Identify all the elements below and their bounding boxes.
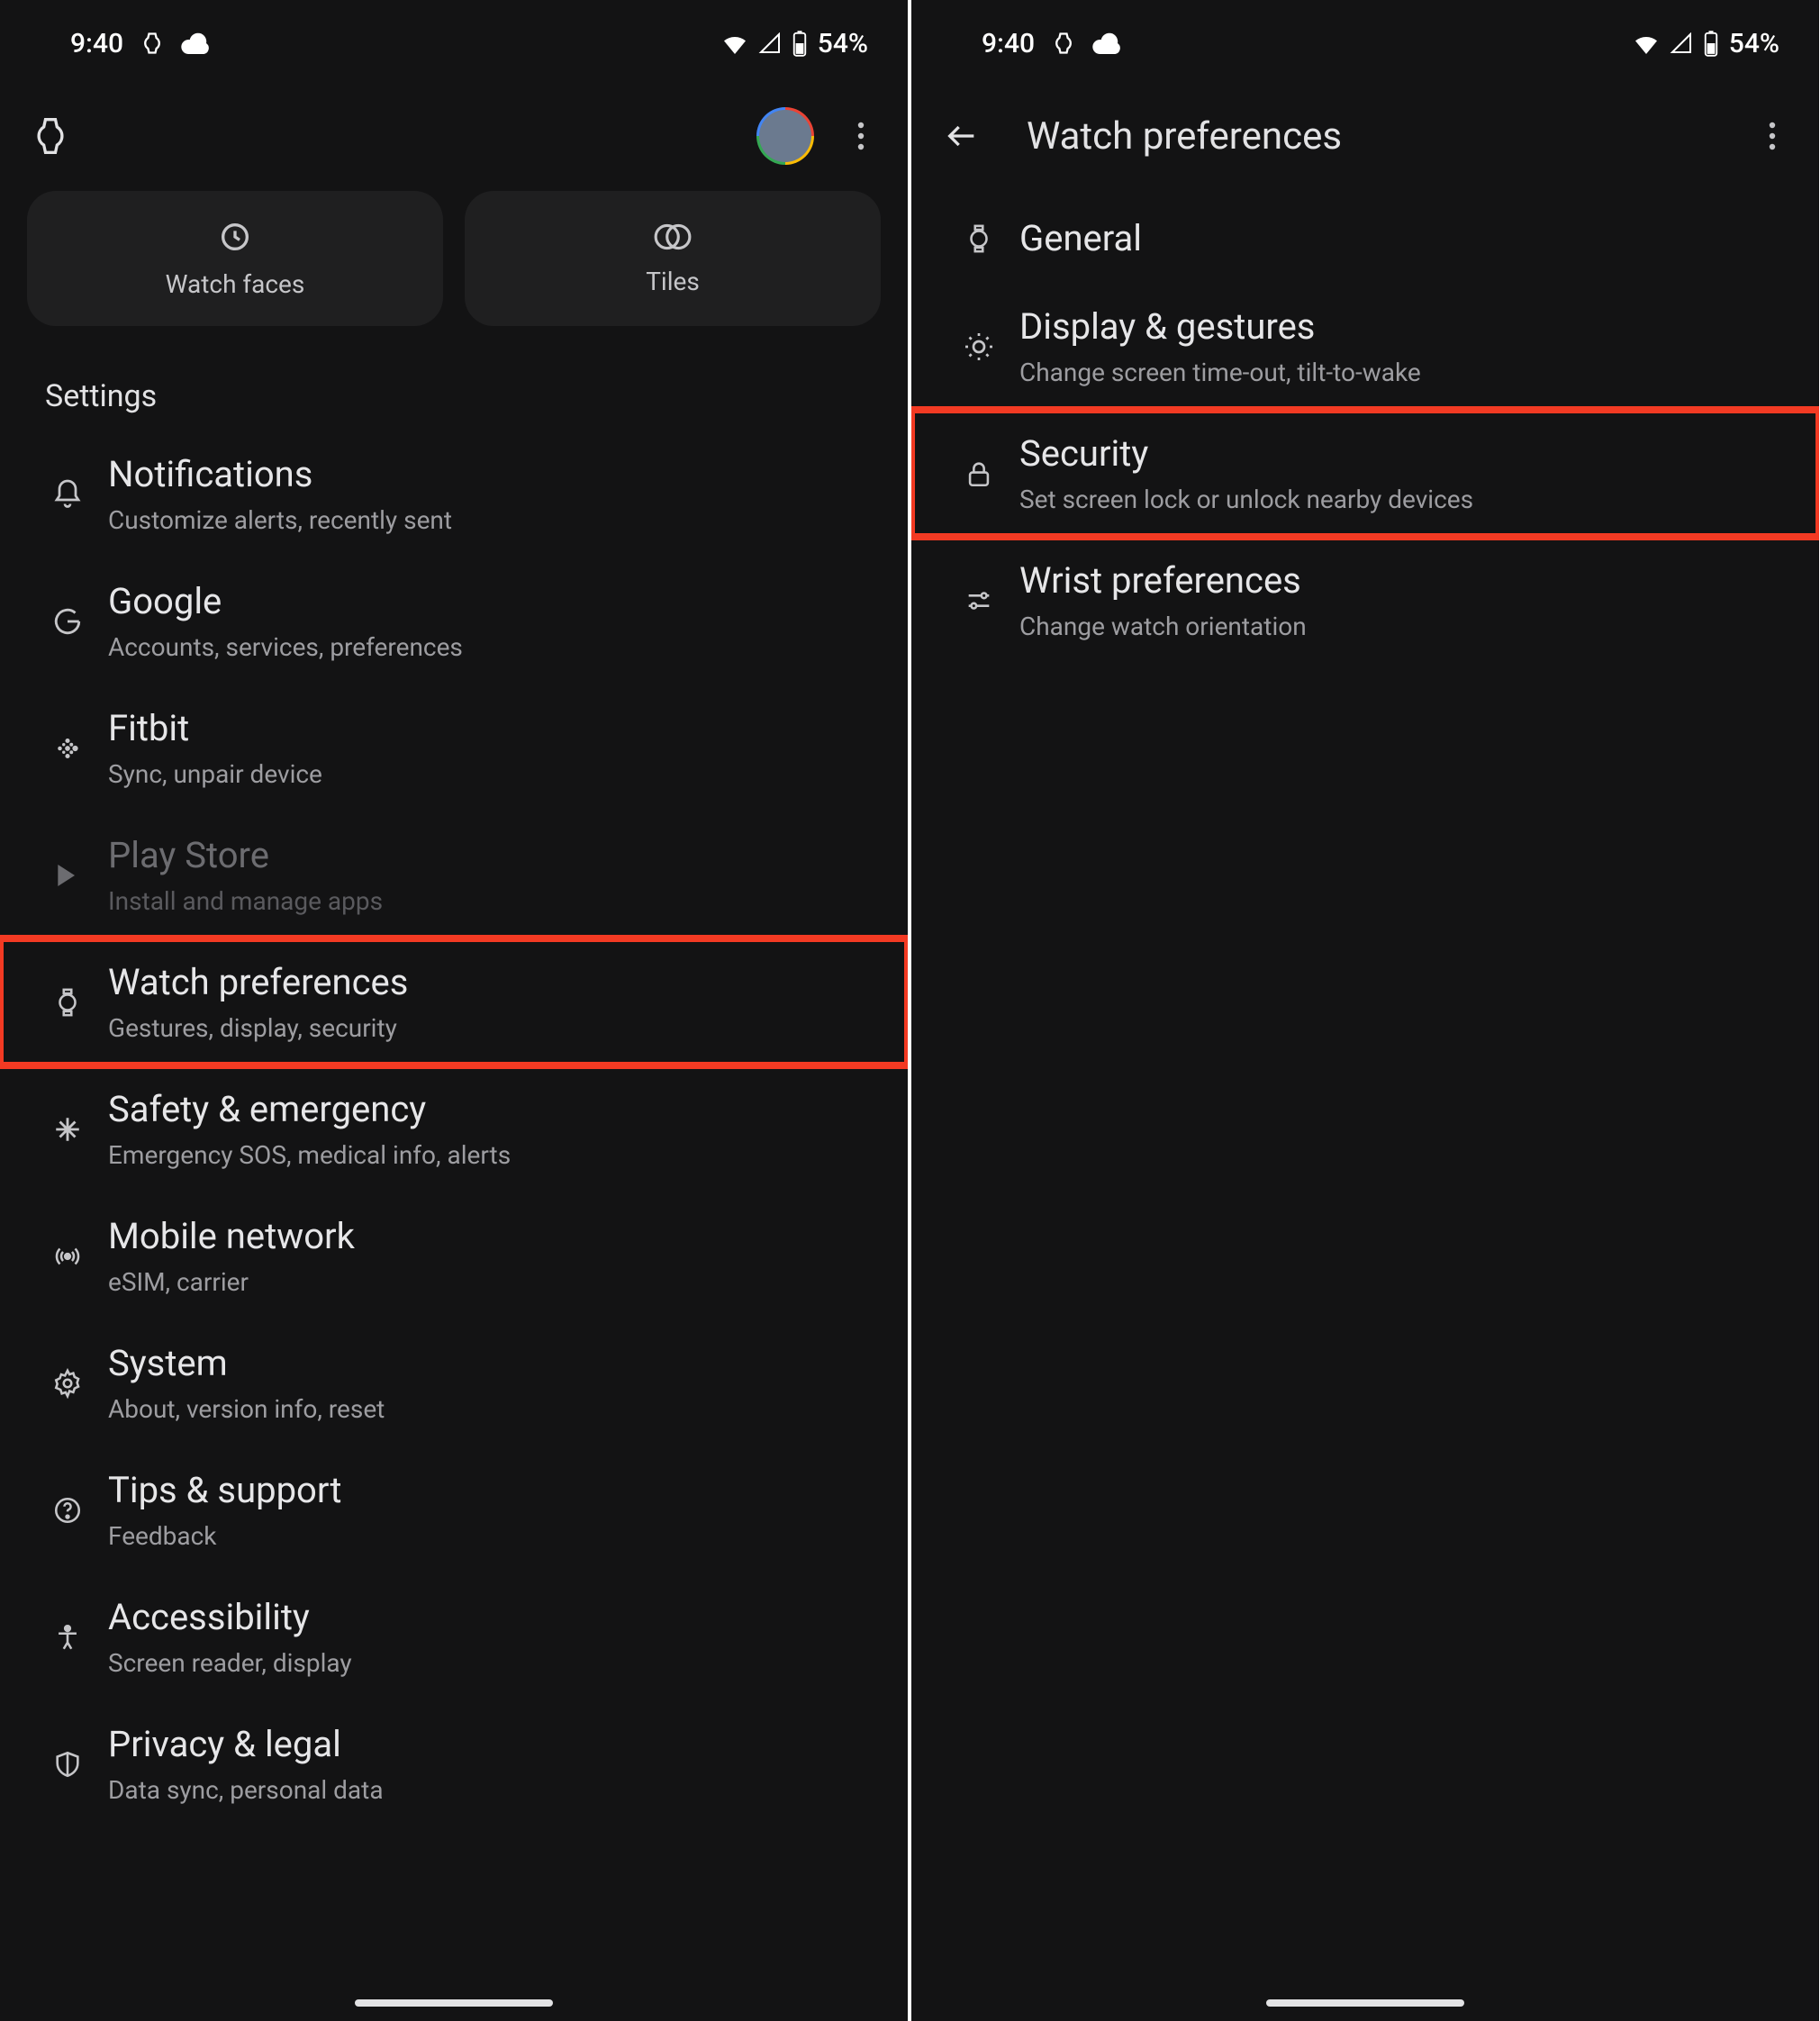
item-title: Fitbit <box>108 706 863 751</box>
shield-icon <box>27 1749 108 1780</box>
item-title: System <box>108 1341 863 1386</box>
sliders-icon <box>938 585 1019 616</box>
play-store-icon <box>27 861 108 890</box>
settings-item-privacy[interactable]: Privacy & legal Data sync, personal data <box>0 1700 908 1827</box>
wifi-icon <box>720 32 749 54</box>
item-title: Mobile network <box>108 1214 863 1259</box>
home-indicator[interactable] <box>1266 1999 1464 2007</box>
pref-item-wrist[interactable]: Wrist preferences Change watch orientati… <box>911 537 1819 664</box>
back-button[interactable] <box>929 104 994 168</box>
watch-app-icon[interactable] <box>18 104 83 168</box>
status-bar: 9:40 54% <box>911 0 1819 86</box>
item-subtitle: eSIM, carrier <box>108 1266 863 1298</box>
item-subtitle: Change watch orientation <box>1019 611 1774 642</box>
help-icon <box>27 1495 108 1526</box>
wifi-icon <box>1632 32 1661 54</box>
status-time: 9:40 <box>982 28 1035 59</box>
item-title: General <box>1019 216 1774 261</box>
watch-status-icon <box>140 31 165 56</box>
item-title: Play Store <box>108 833 863 878</box>
bell-icon <box>27 478 108 511</box>
overflow-menu-icon[interactable] <box>829 104 893 168</box>
item-subtitle: Sync, unpair device <box>108 758 863 790</box>
phone-screen-left: 9:40 54% <box>0 0 908 2021</box>
section-header-settings: Settings <box>0 335 908 430</box>
item-subtitle: Gestures, display, security <box>108 1012 863 1044</box>
item-title: Display & gestures <box>1019 304 1774 349</box>
cloud-icon <box>181 32 210 54</box>
item-title: Watch preferences <box>108 960 863 1005</box>
pref-item-general[interactable]: General <box>911 195 1819 283</box>
brightness-icon <box>938 331 1019 363</box>
accessibility-icon <box>27 1622 108 1653</box>
signal-icon <box>1670 32 1693 54</box>
settings-item-mobile-network[interactable]: Mobile network eSIM, carrier <box>0 1192 908 1319</box>
watch-icon <box>27 987 108 1018</box>
emergency-icon <box>27 1114 108 1145</box>
item-subtitle: Customize alerts, recently sent <box>108 504 863 536</box>
gear-icon <box>27 1368 108 1399</box>
item-title: Security <box>1019 431 1531 476</box>
settings-item-system[interactable]: System About, version info, reset <box>0 1319 908 1446</box>
settings-list: Notifications Customize alerts, recently… <box>0 430 908 1827</box>
google-icon <box>27 606 108 637</box>
item-subtitle: Install and manage apps <box>108 885 863 917</box>
settings-item-fitbit[interactable]: Fitbit Sync, unpair device <box>0 684 908 811</box>
page-title: Watch preferences <box>1027 114 1342 159</box>
settings-item-tips[interactable]: Tips & support Feedback <box>0 1446 908 1573</box>
item-title: Tips & support <box>108 1468 863 1513</box>
watch-icon <box>938 223 1019 254</box>
settings-item-watch-preferences[interactable]: Watch preferences Gestures, display, sec… <box>0 938 908 1065</box>
antenna-icon <box>27 1241 108 1272</box>
settings-item-play-store[interactable]: Play Store Install and manage apps <box>0 811 908 938</box>
tab-tiles[interactable]: Tiles <box>465 191 881 326</box>
item-title: Accessibility <box>108 1595 863 1640</box>
fitbit-icon <box>27 733 108 764</box>
profile-avatar[interactable] <box>756 107 814 165</box>
tab-row: Watch faces Tiles <box>0 186 908 335</box>
settings-item-safety[interactable]: Safety & emergency Emergency SOS, medica… <box>0 1065 908 1192</box>
signal-icon <box>758 32 782 54</box>
item-subtitle: Emergency SOS, medical info, alerts <box>108 1139 863 1171</box>
settings-item-google[interactable]: Google Accounts, services, preferences <box>0 557 908 684</box>
status-bar: 9:40 54% <box>0 0 908 86</box>
tab-watch-faces[interactable]: Watch faces <box>27 191 443 326</box>
battery-percent: 54% <box>818 28 868 59</box>
battery-percent: 54% <box>1729 28 1779 59</box>
battery-icon <box>1702 30 1720 57</box>
item-title: Safety & emergency <box>108 1087 863 1132</box>
watch-face-icon <box>217 219 253 258</box>
preferences-list: General Display & gestures Change screen… <box>911 186 1819 664</box>
item-subtitle: Screen reader, display <box>108 1647 863 1679</box>
settings-item-accessibility[interactable]: Accessibility Screen reader, display <box>0 1573 908 1700</box>
cloud-icon <box>1092 32 1121 54</box>
app-bar <box>0 86 908 186</box>
pref-item-security[interactable]: Security Set screen lock or unlock nearb… <box>911 410 1819 537</box>
item-subtitle: Set screen lock or unlock nearby devices <box>1019 484 1531 515</box>
item-subtitle: About, version info, reset <box>108 1393 863 1425</box>
item-subtitle: Feedback <box>108 1520 863 1552</box>
home-indicator[interactable] <box>355 1999 553 2007</box>
tab-label: Tiles <box>646 267 700 296</box>
settings-item-notifications[interactable]: Notifications Customize alerts, recently… <box>0 430 908 557</box>
tab-label: Watch faces <box>166 269 305 299</box>
tiles-icon <box>653 222 693 256</box>
overflow-menu-icon[interactable] <box>1740 104 1805 168</box>
item-title: Notifications <box>108 452 863 497</box>
item-subtitle: Data sync, personal data <box>108 1774 863 1806</box>
lock-icon <box>938 458 1019 489</box>
app-bar: Watch preferences <box>911 86 1819 186</box>
battery-icon <box>791 30 809 57</box>
item-subtitle: Accounts, services, preferences <box>108 631 863 663</box>
item-title: Wrist preferences <box>1019 558 1774 603</box>
item-title: Google <box>108 579 863 624</box>
watch-status-icon <box>1051 31 1076 56</box>
pref-item-display[interactable]: Display & gestures Change screen time-ou… <box>911 283 1819 410</box>
phone-screen-right: 9:40 54% Watch preferences <box>911 0 1819 2021</box>
status-time: 9:40 <box>70 28 123 59</box>
item-title: Privacy & legal <box>108 1722 863 1767</box>
item-subtitle: Change screen time-out, tilt-to-wake <box>1019 357 1774 388</box>
